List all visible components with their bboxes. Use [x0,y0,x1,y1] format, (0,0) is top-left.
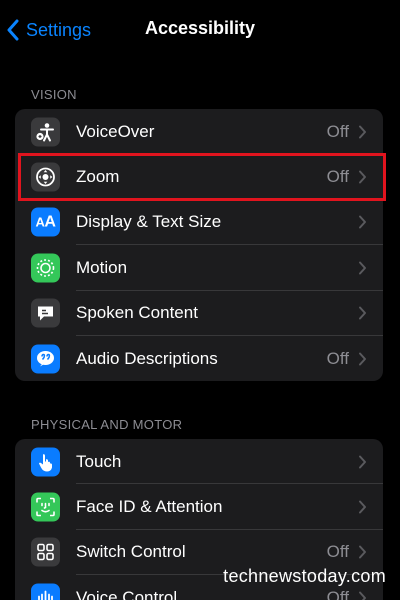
audio-descriptions-icon [31,344,60,374]
row-motion[interactable]: Motion [15,245,383,291]
spoken-content-icon [31,298,60,328]
row-zoom[interactable]: Zoom Off [15,154,383,200]
row-label: Switch Control [76,542,186,562]
face-id-icon [31,492,60,522]
chevron-right-icon [359,352,366,366]
chevron-right-icon [359,545,366,559]
chevron-right-icon [359,261,366,275]
chevron-right-icon [359,215,366,229]
voiceover-icon [31,117,60,147]
row-face-id-attention[interactable]: Face ID & Attention [15,484,383,530]
row-label: VoiceOver [76,121,155,141]
zoom-icon [31,162,60,192]
row-value: Off [326,167,349,187]
row-label: Spoken Content [76,303,198,323]
row-value: Off [326,121,349,141]
row-label: Display & Text Size [76,212,222,232]
section-header-physical-motor: PHYSICAL AND MOTOR [31,417,183,432]
chevron-right-icon [359,455,366,469]
row-label: Zoom [76,167,120,187]
row-touch[interactable]: Touch [15,439,383,485]
chevron-right-icon [359,170,366,184]
row-label: Motion [76,257,128,277]
row-label: Face ID & Attention [76,497,223,517]
chevron-right-icon [359,500,366,514]
row-spoken-content[interactable]: Spoken Content [15,291,383,336]
text-size-icon: AA [31,207,60,237]
touch-hand-icon [31,447,60,477]
switch-control-icon [31,537,60,567]
row-label: Audio Descriptions [76,348,218,368]
row-audio-descriptions[interactable]: Audio Descriptions Off [15,336,383,381]
row-display-text-size[interactable]: AA Display & Text Size [15,200,383,246]
section-header-vision: VISION [31,87,77,102]
row-value: Off [326,348,349,368]
navigation-bar: Settings Accessibility [0,0,400,60]
row-value: Off [326,542,349,562]
page-title: Accessibility [144,18,256,38]
motion-icon [31,253,60,283]
row-voiceover[interactable]: VoiceOver Off [15,109,383,155]
row-label: Touch [76,451,122,471]
chevron-right-icon [359,306,366,320]
chevron-right-icon [359,125,366,139]
watermark: technewstoday.com [223,566,386,586]
vision-group: VoiceOver Off Zoom Off AA Display & Text… [15,109,383,381]
